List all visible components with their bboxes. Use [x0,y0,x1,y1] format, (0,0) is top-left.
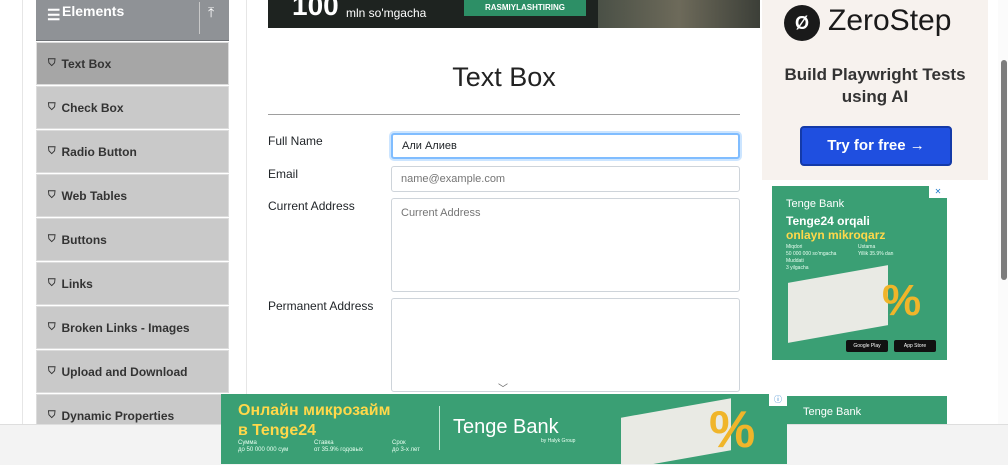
scrollbar-thumb[interactable] [1001,60,1007,280]
zerostep-tagline: Build Playwright Tests using AI [784,65,966,106]
sidebar-item-text-box[interactable]: ⛉ Text Box [36,42,229,85]
chevron-down-icon: ﹀ [498,384,508,395]
zerostep-name: ZeroStep [828,4,952,37]
sidebar-item-web-tables[interactable]: ⛉ Web Tables [36,174,229,217]
tenge-bank-logo: Tenge Bank [453,416,559,438]
sidebar-item-radio-button[interactable]: ⛉ Radio Button [36,130,229,173]
content-divider [246,0,247,424]
bottom-ad-detail-label: Ставка [314,440,334,446]
collapse-icon[interactable]: ⤒ [208,4,214,21]
google-play-badge[interactable]: Google Play [846,340,888,352]
tenge-headline-2: onlayn mikroqarz [786,228,886,242]
sidebar-item-buttons[interactable]: ⛉ Buttons [36,218,229,261]
tenge-detail-value: 3 yilgacha [786,265,809,271]
percent-graphic: % [882,276,922,325]
tenge-detail-rate: Ustama Yillik 35.9% dan [858,244,893,258]
current-address-label: Current Address [268,199,355,213]
tenge-headline: Tenge24 orqali onlayn mikroqarz [786,214,885,242]
bottom-ad-rate: Ставка от 35.9% годовых [314,440,363,454]
sidebar-item-label: Broken Links - Images [61,320,190,335]
tenge-brand: Tenge Bank [786,198,845,210]
sidebar-item-broken-links-images[interactable]: ⛉ Broken Links - Images [36,306,229,349]
tenge-side-ad[interactable]: ✕ Tenge Bank Tenge24 orqali onlayn mikro… [772,186,947,360]
bottom-ad-detail-value: до 50 000 000 сум [238,447,289,453]
shield-icon: ⛉ [48,234,56,245]
tenge-detail-value: 50 000 000 so'mgacha [786,251,837,257]
hamburger-icon: ☰ [47,7,61,24]
ad-info-icon[interactable]: ⓘ [769,394,787,406]
shield-icon: ⛉ [48,278,56,289]
sidebar-item-label: Links [61,276,93,291]
sidebar-item-label: Buttons [61,232,107,247]
title-divider [268,114,740,115]
bottom-ad-detail-value: до 3-х лет [392,447,420,453]
elements-group-header[interactable]: ☰ Elements ⤒ [36,0,229,41]
bottom-ad-headline-1: Онлайн микрозайм [238,402,391,419]
banner-amount: 100 [292,0,339,21]
bottom-ad-term: Срок до 3-х лет [392,440,420,454]
percent-graphic: % [709,401,756,459]
sidebar-item-label: Text Box [61,56,112,71]
zerostep-logo-icon: Ø [784,5,820,41]
current-address-textarea[interactable] [391,198,740,292]
sidebar-item-label: Radio Button [61,144,137,159]
email-input[interactable] [391,166,740,192]
header-divider [199,2,200,34]
top-banner-ad[interactable]: 100 mln so'mgacha RASMIYLASHTIRING [268,0,760,28]
tenge-side-ad-2[interactable]: Tenge Bank [787,396,947,424]
tenge-headline-1: Tenge24 orqali [786,214,870,228]
left-rail [0,0,23,464]
tenge-brand: Tenge Bank [803,406,862,418]
tenge-detail-label: Muddati [786,258,804,264]
tenge-bank-logo-sub: by Halyk Group [541,438,576,444]
tenge-detail-label: Ustama [858,244,876,250]
tenge-detail-amount: Miqdori 50 000 000 so'mgacha Muddati 3 y… [786,244,836,272]
shield-icon: ⛉ [48,58,56,69]
full-name-input[interactable] [391,133,740,159]
sidebar-item-links[interactable]: ⛉ Links [36,262,229,305]
zerostep-ad[interactable]: Ø ZeroStep Build Playwright Tests using … [762,0,988,180]
banner-amount-text: mln so'mgacha [346,6,427,20]
banner-cta-button[interactable]: RASMIYLASHTIRING [464,0,586,16]
full-name-label: Full Name [268,134,323,148]
bottom-ad-detail-label: Срок [392,440,406,446]
sidebar: ☰ Elements ⤒ ⛉ Text Box ⛉ Check Box ⛉ Radio… [36,0,229,424]
permanent-address-label: Permanent Address [268,299,374,313]
group-title: Elements [62,3,125,19]
shield-icon: ⛉ [48,146,56,157]
bottom-ad-detail-value: от 35.9% годовых [314,447,363,453]
bottom-ad-detail-label: Сумма [238,440,257,446]
permanent-address-textarea[interactable] [391,298,740,392]
sidebar-item-label: Dynamic Properties [61,408,175,423]
bottom-ad-headline-2: в Tenge24 [238,422,317,439]
sidebar-item-label: Upload and Download [61,364,188,379]
tenge-bottom-ad[interactable]: ⓘ Онлайн микрозайм в Tenge24 Сумма до 50… [221,394,787,464]
tenge-detail-label: Miqdori [786,244,803,250]
sidebar-item-dynamic-properties[interactable]: ⛉ Dynamic Properties [36,394,229,424]
tenge-detail-value: Yillik 35.9% dan [858,251,894,257]
app-store-badge[interactable]: App Store [894,340,936,352]
shield-icon: ⛉ [48,366,56,377]
sidebar-item-check-box[interactable]: ⛉ Check Box [36,86,229,129]
shield-icon: ⛉ [48,102,56,113]
email-label: Email [268,167,299,181]
ad-close-icon[interactable]: ✕ [929,186,947,198]
sidebar-item-label: Web Tables [61,188,128,203]
sidebar-item-upload-and-download[interactable]: ⛉ Upload and Download [36,350,229,393]
shield-icon: ⛉ [48,322,56,333]
banner-photo [598,0,760,28]
money-stack-image [788,265,888,343]
shield-icon: ⛉ [48,410,56,421]
bottom-ad-separator [439,406,440,450]
shield-icon: ⛉ [48,190,56,201]
page-title: Text Box [452,62,556,92]
bottom-ad-sum: Сумма до 50 000 000 сум [238,440,288,454]
try-for-free-button[interactable]: Try for free → [800,126,952,166]
sidebar-item-label: Check Box [61,100,124,115]
